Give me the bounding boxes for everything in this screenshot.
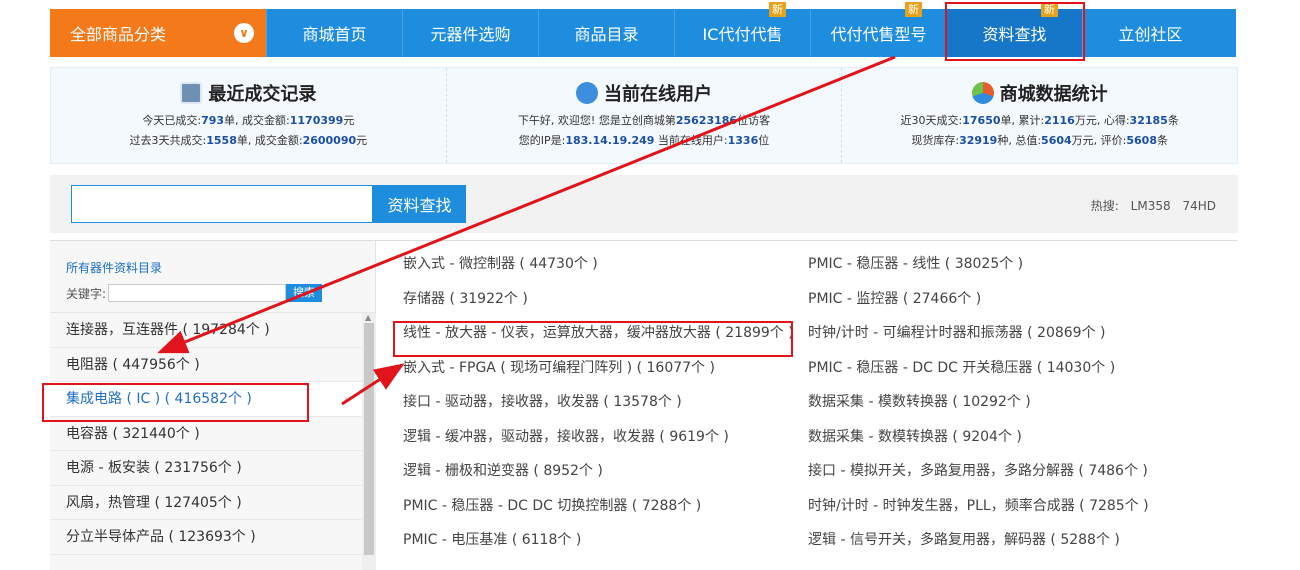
nav-item-components[interactable]: 元器件选购 [402,9,538,57]
greeting-line: 下午好, 欢迎您! 您是立创商城第25623186位访客 [517,114,771,127]
nav-item-catalog[interactable]: 商品目录 [538,9,674,57]
recent-deals-title: 最近成交记录 [208,84,317,105]
three-day-deals-line: 过去3天共成交:1558单, 成交金额:2600090元 [129,134,368,147]
nav-item-label: 立创社区 [1118,25,1183,44]
clipboard-icon [180,82,203,104]
hot-term[interactable]: LM358 [1131,199,1171,213]
subcategory-item[interactable]: 数据采集 - 数模转换器 ( 9204个 ) [808,426,1208,461]
nav-item-label: 商城首页 [302,25,367,44]
keyword-input[interactable] [108,284,287,302]
sidebar-item-connectors[interactable]: 连接器，互连器件 ( 197284个 ) [50,313,362,348]
chevron-right-icon: › [343,392,348,405]
keyword-search-button[interactable]: 搜索 [286,284,323,302]
online-users-title: 当前在线用户 [604,84,712,105]
subcategory-item[interactable]: 时钟/计时 - 时钟发生器，PLL，频率合成器 ( 7285个 ) [808,495,1208,530]
hot-search: 热搜: LM358 74HD [1083,197,1216,214]
mall-stock-line: 现货库存:32919种, 总值:5604万元, 评价:5608条 [911,134,1168,147]
nav-item-community[interactable]: 立创社区 [1082,9,1218,57]
subcategory-item[interactable]: PMIC - 稳压器 - 线性 ( 38025个 ) [808,253,1208,288]
recent-deals-section: 最近成交记录 今天已成交:793单, 成交金额:1170399元 过去3天共成交… [51,68,447,163]
mall-stats-section: 商城数据统计 近30天成交:17650单, 累计:2116万元, 心得:3218… [842,68,1237,163]
annotation-box-ic [42,383,309,422]
sidebar-item-fans-thermal[interactable]: 风扇，热管理 ( 127405个 ) [50,486,362,520]
subcategory-item[interactable]: 嵌入式 - 微控制器 ( 44730个 ) [403,253,808,288]
sidebar-scrollbar[interactable]: ▲ [362,313,376,570]
today-deals-line: 今天已成交:793单, 成交金额:1170399元 [142,114,355,127]
all-categories-label: 全部商品分类 [70,25,167,44]
subcategory-item[interactable]: 逻辑 - 信号开关，多路复用器，解码器 ( 5288个 ) [808,529,1208,564]
subcategory-item[interactable]: 逻辑 - 栅极和逆变器 ( 8952个 ) [403,460,808,495]
ip-line: 您的IP是:183.14.19.249 当前在线用户:1336位 [518,134,770,147]
user-icon [576,82,598,104]
subcategory-item[interactable]: PMIC - 稳压器 - DC DC 切换控制器 ( 7288个 ) [403,495,808,530]
mall-deals-line: 近30天成交:17650单, 累计:2116万元, 心得:32185条 [900,114,1179,127]
subcategory-item[interactable]: 时钟/计时 - 可编程计时器和振荡器 ( 20869个 ) [808,322,1208,357]
subcategory-item[interactable]: 嵌入式 - FPGA ( 现场可编程门阵列 ) ( 16077个 ) [403,357,808,392]
stats-panel: 最近成交记录 今天已成交:793单, 成交金额:1170399元 过去3天共成交… [50,67,1238,164]
annotation-box-amplifiers [393,321,793,357]
nav-item-label: 商品目录 [574,25,639,44]
nav-item-label: 代付代售型号 [830,25,927,44]
hot-search-label: 热搜: [1090,199,1119,213]
subcategory-grid: 嵌入式 - 微控制器 ( 44730个 ) PMIC - 稳压器 - 线性 ( 3… [403,253,1223,564]
nav-item-ic-consign[interactable]: 新 IC代付代售 [674,2,810,57]
subcategory-item[interactable]: PMIC - 监控器 ( 27466个 ) [808,288,1208,323]
search-bar: 资料查找 热搜: LM358 74HD [50,175,1238,233]
subcategory-item[interactable]: 接口 - 驱动器，接收器，收发器 ( 13578个 ) [403,391,808,426]
keyword-label: 关键字: [66,286,107,301]
new-badge: 新 [769,2,786,17]
online-users-section: 当前在线用户 下午好, 欢迎您! 您是立创商城第25623186位访客 您的IP… [447,68,843,163]
all-datasheets-link[interactable]: 所有器件资料目录 [66,259,359,276]
datasheet-search-input[interactable] [71,185,373,223]
nav-item-label: 元器件选购 [430,25,511,44]
annotation-box-nav [945,2,1085,61]
scroll-up-icon[interactable]: ▲ [365,313,371,322]
chevron-down-icon[interactable]: ∨ [234,23,254,43]
nav-item-consign-models[interactable]: 新 代付代售型号 [810,2,946,57]
category-list: 连接器，互连器件 ( 197284个 ) 电阻器 ( 447956个 ) 集成电… [50,313,362,555]
scroll-thumb[interactable] [364,323,374,555]
mall-stats-title: 商城数据统计 [999,84,1108,105]
nav-item-home[interactable]: 商城首页 [266,9,402,57]
subcategory-item[interactable]: 逻辑 - 缓冲器，驱动器，接收器，收发器 ( 9619个 ) [403,426,808,461]
datasheet-search-button[interactable]: 资料查找 [373,185,466,223]
sidebar-item-resistors[interactable]: 电阻器 ( 447956个 ) [50,348,362,382]
hot-term[interactable]: 74HD [1182,199,1216,213]
subcategory-item[interactable]: 存储器 ( 31922个 ) [403,288,808,323]
sidebar-item-discrete-semi[interactable]: 分立半导体产品 ( 123693个 ) [50,520,362,555]
new-badge: 新 [905,2,922,17]
nav-item-label: IC代付代售 [702,25,783,44]
subcategory-item[interactable]: PMIC - 稳压器 - DC DC 开关稳压器 ( 14030个 ) [808,357,1208,392]
subcategory-item[interactable]: PMIC - 电压基准 ( 6118个 ) [403,529,808,564]
pie-chart-icon [971,82,994,104]
subcategory-item[interactable]: 数据采集 - 模数转换器 ( 10292个 ) [808,391,1208,426]
all-categories-menu[interactable]: 全部商品分类 ∨ [50,9,266,57]
sidebar-item-power-board[interactable]: 电源 - 板安装 ( 231756个 ) [50,451,362,486]
subcategory-item[interactable]: 接口 - 模拟开关，多路复用器，多路分解器 ( 7486个 ) [808,460,1208,495]
